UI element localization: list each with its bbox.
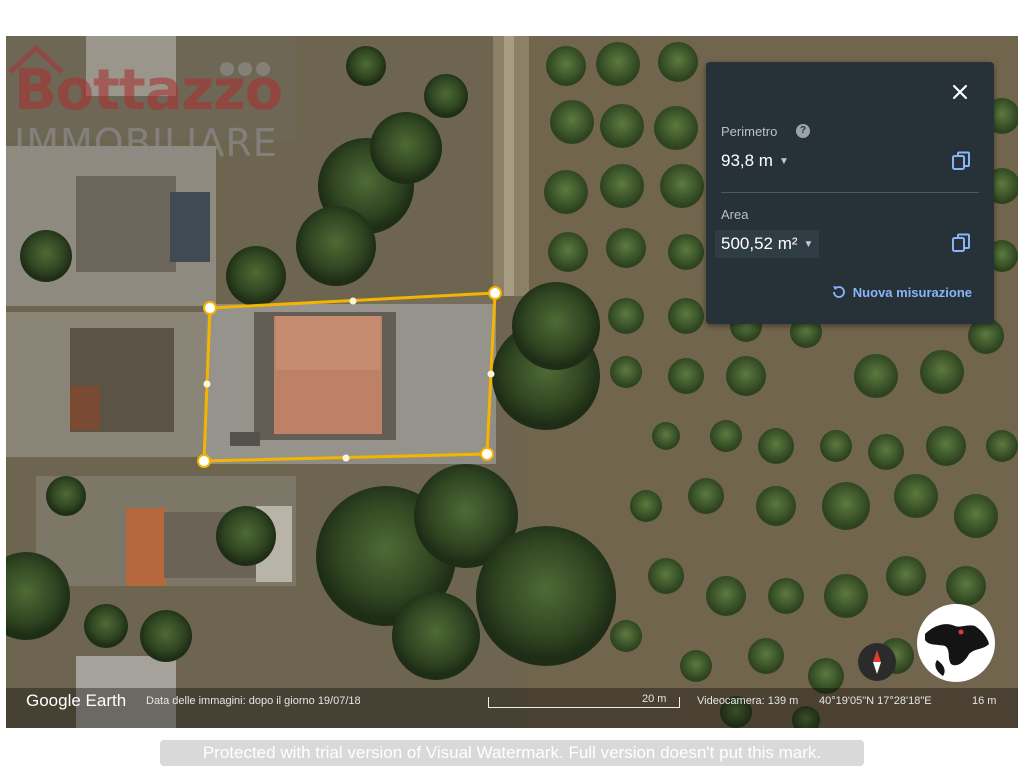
trial-watermark-notice: Protected with trial version of Visual W… — [160, 740, 864, 766]
refresh-icon — [832, 286, 845, 298]
new-measurement-button[interactable]: Nuova misurazione — [831, 284, 972, 300]
elevation: 16 m — [972, 695, 997, 707]
scale-label: 20 m — [642, 693, 667, 705]
polygon-vertex[interactable] — [197, 454, 211, 468]
copy-perimeter-button[interactable] — [950, 150, 972, 172]
polygon-midpoint[interactable] — [342, 454, 350, 462]
panel-divider — [721, 192, 979, 193]
perimeter-label: Perimetro — [721, 124, 778, 139]
area-value: 500,52 m² — [721, 234, 798, 253]
coordinates: 40°19'05"N 17°28'18"E — [819, 695, 932, 707]
polygon-vertex[interactable] — [488, 286, 502, 300]
compass-button[interactable] — [858, 643, 896, 681]
polygon-vertex[interactable] — [203, 301, 217, 315]
chevron-down-icon: ▼ — [803, 238, 814, 250]
google-earth-logo: Google Earth — [26, 691, 127, 710]
area-value-dropdown[interactable]: 500,52 m² ▼ — [715, 230, 820, 258]
polygon-vertex[interactable] — [480, 447, 494, 461]
status-bar: Google Earth Data delle immagini: dopo i… — [6, 687, 1018, 715]
measurement-panel: Perimetro ? 93,8 m ▼ Area 500,52 m² ▼ Nu… — [706, 62, 994, 324]
globe-button[interactable] — [917, 604, 995, 682]
copy-icon[interactable] — [950, 150, 972, 172]
copy-area-button[interactable] — [950, 232, 972, 254]
new-measurement-label: Nuova misurazione — [852, 284, 972, 300]
chevron-down-icon: ▼ — [778, 155, 789, 167]
close-button[interactable] — [948, 80, 972, 104]
measurement-polygon[interactable] — [202, 291, 497, 463]
imagery-date: Data delle immagini: dopo il giorno 19/0… — [146, 695, 361, 707]
polygon-midpoint[interactable] — [349, 297, 357, 305]
perimeter-value-dropdown[interactable]: 93,8 m ▼ — [721, 151, 789, 171]
compass-icon[interactable] — [858, 643, 896, 681]
camera-altitude: Videocamera: 139 m — [697, 695, 799, 707]
perimeter-value: 93,8 m — [721, 151, 773, 170]
close-icon[interactable] — [948, 80, 972, 104]
area-label: Area — [721, 207, 749, 222]
copy-icon[interactable] — [950, 232, 972, 254]
polygon-midpoint[interactable] — [203, 380, 211, 388]
polygon-midpoint[interactable] — [487, 370, 495, 378]
help-icon[interactable]: ? — [796, 124, 810, 138]
globe-icon[interactable] — [917, 604, 995, 682]
